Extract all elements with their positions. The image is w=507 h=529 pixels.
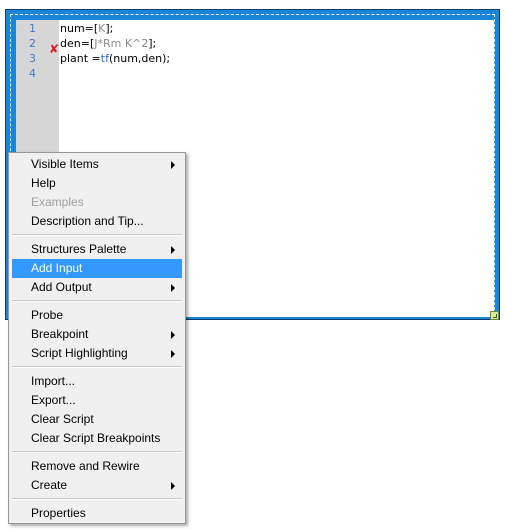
- menu-item-label: Description and Tip...: [31, 214, 144, 228]
- line-number: 4: [29, 67, 36, 80]
- menu-item-label: Examples: [31, 195, 84, 209]
- submenu-arrow-icon: [171, 482, 175, 490]
- menu-item-label: Export...: [31, 393, 76, 407]
- submenu-arrow-icon: [171, 331, 175, 339]
- code-token: ];: [148, 37, 157, 50]
- menu-item-add-output[interactable]: Add Output: [12, 278, 182, 297]
- menu-item-label: Clear Script: [31, 412, 94, 426]
- menu-item-label: Visible Items: [31, 157, 99, 171]
- line-number: 2: [29, 37, 36, 50]
- menu-item-label: Clear Script Breakpoints: [31, 431, 161, 445]
- menu-item-add-input[interactable]: Add Input: [12, 259, 182, 278]
- menu-item-description-and-tip[interactable]: Description and Tip...: [12, 212, 182, 231]
- menu-item-probe[interactable]: Probe: [12, 306, 182, 325]
- code-line[interactable]: den=[J*Rm K^2];: [60, 37, 156, 50]
- menu-item-label: Import...: [31, 374, 76, 388]
- context-menu: Visible Items Help Examples Description and…: [8, 152, 186, 524]
- menu-item-label: Structures Palette: [31, 242, 127, 256]
- resize-handle-icon[interactable]: [490, 311, 499, 320]
- menu-item-label: Probe: [31, 308, 64, 322]
- code-token: tf: [100, 52, 109, 65]
- menu-item-properties[interactable]: Properties: [12, 504, 182, 523]
- menu-item-export[interactable]: Export...: [12, 391, 182, 410]
- code-line[interactable]: plant =tf(num,den);: [60, 52, 170, 65]
- code-line[interactable]: num=[K];: [60, 22, 113, 35]
- error-x-icon[interactable]: ✘: [49, 43, 59, 55]
- menu-separator: [12, 300, 182, 302]
- submenu-arrow-icon: [171, 350, 175, 358]
- code-token: den=[: [60, 37, 95, 50]
- menu-item-label: Create: [31, 478, 68, 492]
- menu-item-label: Remove and Rewire: [31, 459, 140, 473]
- menu-item-breakpoint[interactable]: Breakpoint: [12, 325, 182, 344]
- menu-item-create[interactable]: Create: [12, 476, 182, 495]
- menu-separator: [12, 366, 182, 368]
- code-token: plant =: [60, 52, 101, 65]
- line-number: 1: [29, 22, 36, 35]
- menu-separator: [12, 498, 182, 500]
- menu-separator: [12, 451, 182, 453]
- menu-item-help[interactable]: Help: [12, 174, 182, 193]
- menu-item-import[interactable]: Import...: [12, 372, 182, 391]
- menu-item-examples: Examples: [12, 193, 182, 212]
- code-token: J*Rm K^2: [94, 37, 149, 50]
- submenu-arrow-icon: [171, 246, 175, 254]
- line-number: 3: [29, 52, 36, 65]
- submenu-arrow-icon: [171, 284, 175, 292]
- menu-item-label: Script Highlighting: [31, 346, 128, 360]
- submenu-arrow-icon: [171, 161, 175, 169]
- menu-item-label: Add Input: [31, 261, 83, 275]
- menu-item-label: Add Output: [31, 280, 92, 294]
- menu-item-script-highlighting[interactable]: Script Highlighting: [12, 344, 182, 363]
- menu-item-label: Help: [31, 176, 56, 190]
- menu-item-label: Breakpoint: [31, 327, 89, 341]
- menu-item-remove-and-rewire[interactable]: Remove and Rewire: [12, 457, 182, 476]
- menu-item-visible-items[interactable]: Visible Items: [12, 155, 182, 174]
- menu-item-clear-script[interactable]: Clear Script: [12, 410, 182, 429]
- code-token: num=[: [60, 22, 99, 35]
- menu-item-structures-palette[interactable]: Structures Palette: [12, 240, 182, 259]
- menu-item-clear-script-breakpoints[interactable]: Clear Script Breakpoints: [12, 429, 182, 448]
- menu-item-label: Properties: [31, 506, 86, 520]
- code-token: (num,den);: [108, 52, 171, 65]
- code-token: ];: [105, 22, 114, 35]
- menu-separator: [12, 234, 182, 236]
